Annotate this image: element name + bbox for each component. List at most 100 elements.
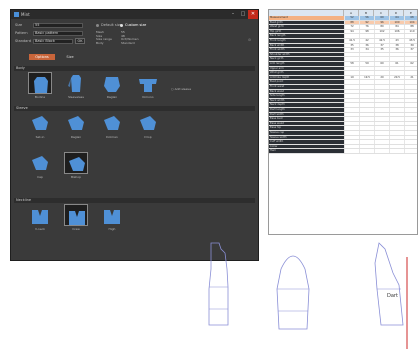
- dolman-icon[interactable]: [100, 112, 124, 134]
- table-cell[interactable]: [404, 66, 417, 71]
- cap-sleeve-icon[interactable]: [28, 152, 52, 174]
- table-cell[interactable]: [389, 89, 404, 94]
- table-cell[interactable]: 37: [404, 48, 417, 52]
- table-cell[interactable]: [374, 66, 389, 71]
- table-cell[interactable]: 72: [344, 25, 359, 29]
- table-cell[interactable]: [374, 131, 389, 135]
- table-cell[interactable]: [359, 144, 374, 149]
- table-cell[interactable]: 20.5: [389, 75, 404, 80]
- table-cell[interactable]: 19: [344, 75, 359, 80]
- table-cell[interactable]: [344, 52, 359, 57]
- table-cell[interactable]: [344, 108, 359, 112]
- table-cell[interactable]: 104: [404, 20, 417, 25]
- table-cell[interactable]: [389, 71, 404, 75]
- table-cell[interactable]: [359, 135, 374, 140]
- table-cell[interactable]: [374, 98, 389, 103]
- table-cell[interactable]: [374, 71, 389, 75]
- table-cell[interactable]: [359, 34, 374, 38]
- table-cell[interactable]: [374, 34, 389, 38]
- table-cell[interactable]: 60: [374, 16, 389, 20]
- minimize-button[interactable]: –: [228, 10, 238, 19]
- table-cell[interactable]: [404, 89, 417, 94]
- kimono-icon[interactable]: [136, 72, 160, 94]
- table-cell[interactable]: [404, 126, 417, 130]
- table-cell[interactable]: [389, 34, 404, 38]
- table-cell[interactable]: 80: [374, 25, 389, 29]
- table-cell[interactable]: [374, 121, 389, 126]
- table-cell[interactable]: [389, 121, 404, 126]
- high-neck-icon[interactable]: [100, 204, 124, 226]
- table-cell[interactable]: [359, 121, 374, 126]
- table-cell[interactable]: [344, 80, 359, 84]
- table-cell[interactable]: 106: [389, 29, 404, 34]
- table-row[interactable]: Hem: [269, 149, 417, 154]
- maximize-button[interactable]: □: [238, 10, 248, 19]
- table-cell[interactable]: 94: [344, 29, 359, 34]
- table-cell[interactable]: 19.5: [359, 75, 374, 80]
- table-cell[interactable]: [404, 57, 417, 61]
- table-cell[interactable]: [374, 108, 389, 112]
- table-cell[interactable]: [404, 131, 417, 135]
- table-cell[interactable]: [404, 34, 417, 38]
- table-cell[interactable]: [344, 71, 359, 75]
- table-cell[interactable]: [374, 94, 389, 98]
- table-cell[interactable]: [389, 94, 404, 98]
- table-cell[interactable]: [374, 80, 389, 84]
- settings-icon[interactable]: ⚙: [248, 38, 251, 43]
- table-cell[interactable]: [404, 71, 417, 75]
- table-cell[interactable]: 102: [374, 29, 389, 34]
- table-cell[interactable]: 35: [344, 43, 359, 48]
- table-cell[interactable]: [404, 108, 417, 112]
- table-cell[interactable]: [374, 89, 389, 94]
- table-cell[interactable]: [389, 66, 404, 71]
- tab-size[interactable]: Size: [57, 54, 83, 60]
- table-cell[interactable]: [344, 89, 359, 94]
- table-cell[interactable]: [404, 103, 417, 107]
- table-cell[interactable]: [344, 149, 359, 153]
- table-cell[interactable]: 56: [359, 16, 374, 20]
- table-cell[interactable]: 20: [374, 75, 389, 80]
- table-cell[interactable]: [359, 80, 374, 84]
- table-cell[interactable]: 39: [404, 43, 417, 48]
- table-cell[interactable]: 38: [389, 43, 404, 48]
- table-cell[interactable]: [344, 126, 359, 130]
- table-cell[interactable]: 33: [344, 48, 359, 52]
- table-cell[interactable]: [359, 103, 374, 107]
- table-cell[interactable]: [359, 57, 374, 61]
- table-cell[interactable]: [359, 52, 374, 57]
- table-cell[interactable]: 42.5: [374, 39, 389, 43]
- table-cell[interactable]: [404, 144, 417, 149]
- standard-select[interactable]: Basic Block: [33, 39, 73, 44]
- table-cell[interactable]: [404, 140, 417, 144]
- table-cell[interactable]: 88: [404, 25, 417, 29]
- add-sleeve-option[interactable]: ○ Add sleeve: [171, 87, 191, 92]
- table-cell[interactable]: 36: [359, 43, 374, 48]
- table-cell[interactable]: [374, 85, 389, 89]
- table-cell[interactable]: [389, 57, 404, 61]
- table-cell[interactable]: 68: [404, 16, 417, 20]
- table-cell[interactable]: [344, 135, 359, 140]
- drop-sleeve-icon[interactable]: [136, 112, 160, 134]
- table-cell[interactable]: [404, 98, 417, 103]
- table-cell[interactable]: [359, 89, 374, 94]
- table-cell[interactable]: [404, 112, 417, 117]
- v-neck-icon[interactable]: [28, 204, 52, 226]
- table-cell[interactable]: [404, 52, 417, 57]
- table-cell[interactable]: [344, 121, 359, 126]
- tab-options[interactable]: Options: [29, 54, 55, 60]
- table-cell[interactable]: [344, 140, 359, 144]
- table-cell[interactable]: [344, 131, 359, 135]
- table-cell[interactable]: [374, 103, 389, 107]
- table-cell[interactable]: 76: [359, 25, 374, 29]
- table-cell[interactable]: [404, 80, 417, 84]
- table-cell[interactable]: [374, 57, 389, 61]
- table-cell[interactable]: [344, 57, 359, 61]
- table-cell[interactable]: 36: [389, 48, 404, 52]
- table-cell[interactable]: 37: [374, 43, 389, 48]
- table-cell[interactable]: 61: [389, 62, 404, 66]
- table-cell[interactable]: 110: [404, 29, 417, 34]
- table-cell[interactable]: [389, 131, 404, 135]
- table-cell[interactable]: [389, 103, 404, 107]
- table-cell[interactable]: 88: [344, 20, 359, 25]
- table-cell[interactable]: [389, 98, 404, 103]
